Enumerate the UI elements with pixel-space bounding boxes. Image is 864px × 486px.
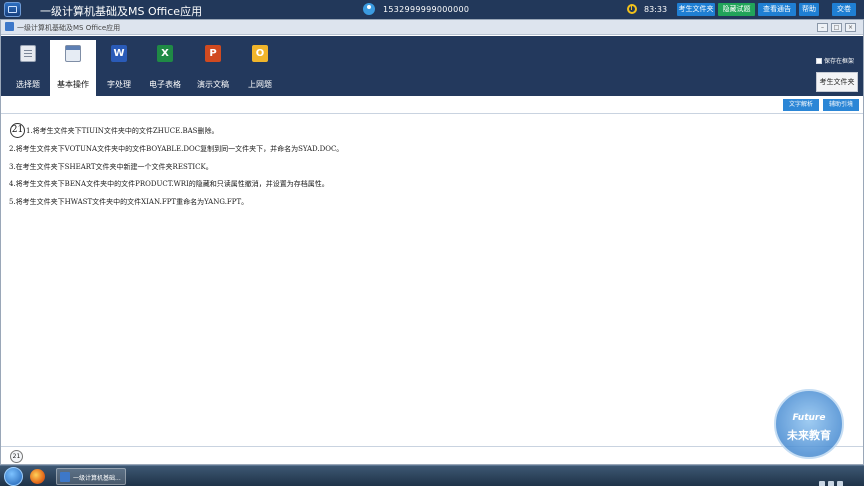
close-button[interactable]: ×	[845, 23, 856, 32]
task-item: 3.在考生文件夹下SHEART文件夹中新建一个文件夹RESTICK。	[9, 163, 213, 171]
exam-logo-icon	[4, 2, 21, 17]
exam-title: 一级计算机基础及MS Office应用	[40, 5, 203, 18]
tab-word-processing[interactable]: W 字处理	[97, 40, 141, 96]
text-analysis-button[interactable]: 文字解析	[783, 99, 819, 111]
candidate-folder-button[interactable]: 考生文件夹	[677, 3, 715, 16]
powerpoint-icon: P	[205, 45, 221, 62]
task-item: 4.将考生文件夹下BENA文件夹中的文件PRODUCT.WRI的隐藏和只读属性撤…	[9, 180, 329, 188]
sub-toolbar: 文字解析 辅助引境	[1, 96, 863, 113]
hide-questions-button[interactable]: 隐藏试题	[718, 3, 755, 16]
tab-spreadsheet[interactable]: X 电子表格	[143, 40, 187, 96]
clock-icon	[627, 4, 637, 14]
window-title: 一级计算机基础及MS Office应用	[17, 24, 121, 32]
checkbox-box[interactable]	[816, 58, 822, 64]
checkbox-label: 保存在框架	[824, 58, 855, 65]
submit-exam-button[interactable]: 交卷	[832, 3, 856, 16]
tab-basic-operations[interactable]: 基本操作	[50, 40, 96, 96]
tab-label: 演示文稿	[197, 80, 229, 89]
view-notice-button[interactable]: 查看通告	[758, 3, 796, 16]
app-icon	[60, 472, 70, 482]
tab-label: 电子表格	[149, 80, 181, 89]
screen: 一级计算机基础及MS Office应用 1532999999000000 83:…	[0, 0, 864, 486]
word-icon: W	[111, 45, 127, 62]
remaining-time: 83:33	[644, 5, 668, 14]
task-item: 1.将考生文件夹下TIUIN文件夹中的文件ZHUCE.BAS删除。	[26, 127, 219, 135]
minimize-button[interactable]: –	[817, 23, 828, 32]
task-item: 5.将考生文件夹下HWAST文件夹中的文件XIAN.FPT重命名为YANG.FP…	[9, 198, 249, 206]
future-education-watermark: Future 未来教育	[774, 389, 844, 459]
watermark-chinese: 未来教育	[787, 429, 831, 442]
system-tray	[816, 472, 856, 486]
tray-icon[interactable]	[828, 481, 834, 486]
tray-icon[interactable]	[819, 481, 825, 486]
firefox-icon[interactable]	[30, 469, 45, 484]
document-icon	[20, 45, 36, 62]
tab-label: 基本操作	[57, 80, 89, 89]
taskbar-exam-app[interactable]: 一级计算机基础...	[56, 468, 126, 485]
outlook-icon: O	[252, 45, 268, 62]
maximize-button[interactable]: □	[831, 23, 842, 32]
helper-button[interactable]: 辅助引境	[823, 99, 859, 111]
help-button[interactable]: 帮助	[799, 3, 819, 16]
tab-label: 选择题	[16, 80, 40, 89]
candidate-id: 1532999999000000	[383, 5, 470, 14]
tab-internet[interactable]: O 上网题	[238, 40, 282, 96]
question-type-ribbon: 选择题 基本操作 W 字处理 X 电子表格 P 演示文稿 O 上网题 保存在框架…	[1, 36, 863, 96]
question-navigation-bar: 21	[1, 446, 863, 464]
question-content: 21 1.将考生文件夹下TIUIN文件夹中的文件ZHUCE.BAS删除。 2.将…	[1, 113, 863, 446]
open-candidate-folder-button[interactable]: 考生文件夹	[816, 72, 858, 92]
exam-top-bar: 一级计算机基础及MS Office应用 1532999999000000 83:…	[0, 0, 864, 19]
question-number-badge: 21	[10, 123, 25, 138]
question-page-button[interactable]: 21	[10, 450, 23, 463]
tab-label: 上网题	[248, 80, 272, 89]
watermark-english: Future	[792, 413, 826, 423]
window-titlebar: 一级计算机基础及MS Office应用 – □ ×	[1, 20, 863, 35]
windows-taskbar: 一级计算机基础...	[0, 465, 864, 486]
app-icon	[5, 22, 14, 31]
window-icon	[65, 45, 81, 62]
tab-choice-questions[interactable]: 选择题	[6, 40, 50, 96]
tab-presentation[interactable]: P 演示文稿	[191, 40, 235, 96]
tab-label: 字处理	[107, 80, 131, 89]
tray-icon[interactable]	[837, 481, 843, 486]
task-item: 2.将考生文件夹下VOTUNA文件夹中的文件BOYABLE.DOC复制到同一文件…	[9, 145, 344, 153]
start-button-icon[interactable]	[4, 467, 23, 486]
exam-window: 一级计算机基础及MS Office应用 – □ × 选择题 基本操作 W 字处理…	[0, 19, 864, 465]
save-in-frame-checkbox[interactable]: 保存在框架	[816, 56, 854, 65]
taskbar-app-label: 一级计算机基础...	[73, 475, 121, 482]
user-icon	[363, 3, 375, 15]
excel-icon: X	[157, 45, 173, 62]
